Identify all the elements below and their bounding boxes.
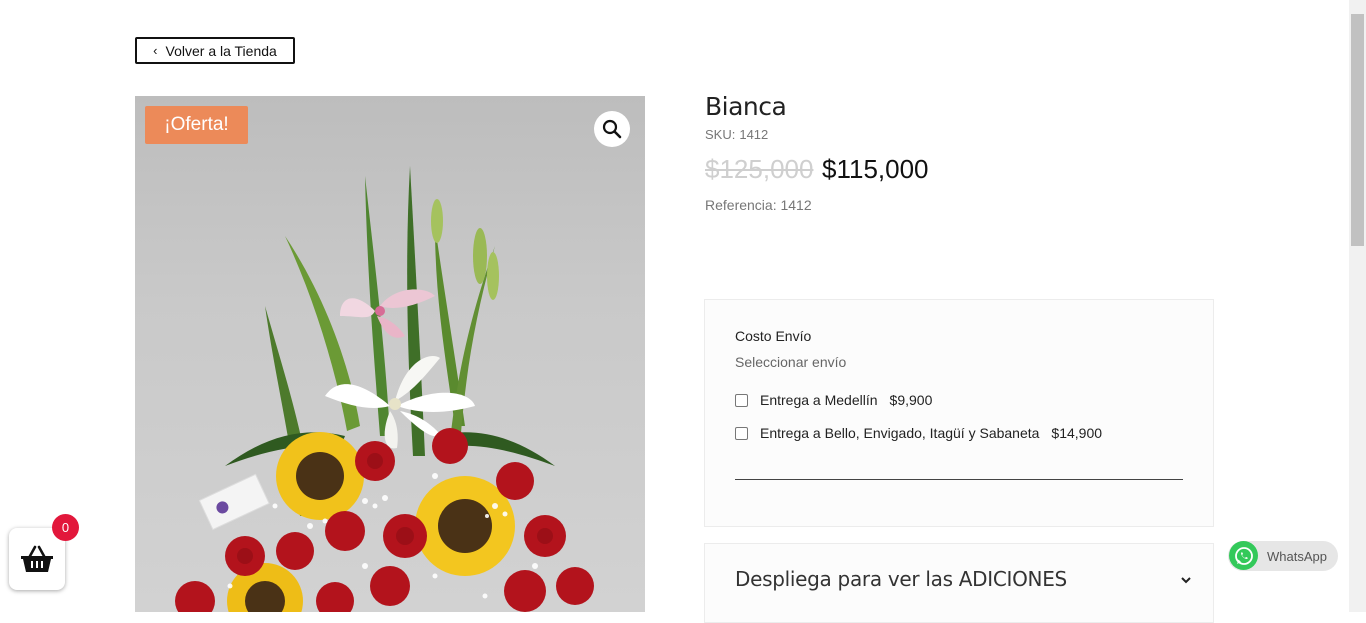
addons-label[interactable]: Despliega para ver las ADICIONES xyxy=(735,567,1067,591)
chevron-left-icon: ‹ xyxy=(153,43,158,58)
product-image[interactable] xyxy=(135,96,645,612)
scrollbar-thumb[interactable] xyxy=(1351,14,1364,246)
basket-icon xyxy=(21,545,53,572)
shipping-option-price: $9,900 xyxy=(889,392,933,408)
shipping-subtitle: Seleccionar envío xyxy=(735,354,847,370)
shipping-checkbox[interactable] xyxy=(735,426,748,440)
shipping-title: Costo Envío xyxy=(735,328,812,344)
product-title: Bianca xyxy=(705,92,787,121)
regular-price: $125,000 xyxy=(705,154,814,184)
shipping-divider xyxy=(735,479,1183,480)
shipping-checkbox[interactable] xyxy=(735,393,748,407)
back-to-store-button[interactable]: ‹ Volver a la Tienda xyxy=(135,37,295,64)
shipping-option-price: $14,900 xyxy=(1051,425,1103,441)
shipping-option-label: Entrega a Medellín xyxy=(760,392,878,408)
magnifier-icon xyxy=(602,119,622,139)
whatsapp-label[interactable]: WhatsApp xyxy=(1267,549,1327,564)
page-scrollbar[interactable] xyxy=(1349,0,1366,612)
zoom-button[interactable] xyxy=(594,111,630,147)
back-to-store-label: Volver a la Tienda xyxy=(165,42,277,59)
shipping-option-label: Entrega a Bello, Envigado, Itagüí y Saba… xyxy=(760,425,1040,441)
flower-arrangement-image xyxy=(175,166,594,612)
sku-value: 1412 xyxy=(739,127,769,142)
sku-label: SKU: xyxy=(705,127,736,142)
whatsapp-icon[interactable] xyxy=(1229,541,1258,570)
product-sku: SKU: 1412 xyxy=(705,127,768,142)
shipping-option-medellin[interactable]: Entrega a Medellín $9,900 xyxy=(735,392,932,408)
sale-price: $115,000 xyxy=(822,154,929,184)
cart-count-badge: 0 xyxy=(52,514,79,541)
product-reference: Referencia: 1412 xyxy=(705,197,812,213)
shipping-option-area[interactable]: Entrega a Bello, Envigado, Itagüí y Saba… xyxy=(735,425,1102,441)
chevron-down-icon[interactable] xyxy=(1180,572,1192,588)
sale-badge: ¡Oferta! xyxy=(145,106,248,144)
